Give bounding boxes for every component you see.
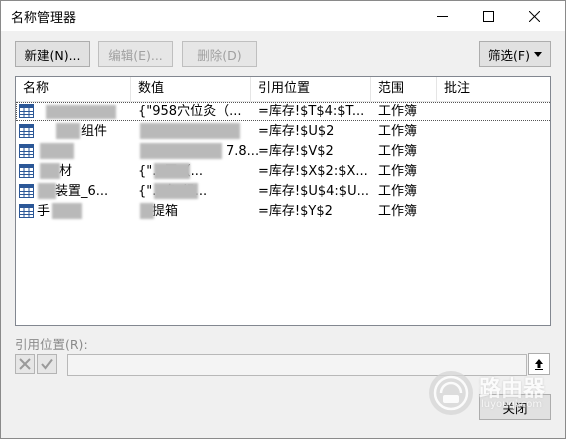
table-icon	[19, 204, 34, 218]
filter-button-label: 筛选(F)	[488, 47, 530, 63]
watermark-logo: 路由器 luyouqi.com	[427, 369, 557, 419]
column-header-value[interactable]: 数值	[131, 77, 251, 101]
confirm-edit-button[interactable]	[37, 354, 57, 374]
column-header-comment[interactable]: 批注	[437, 77, 550, 101]
list-header: 名称 数值 引用位置 范围 批注	[16, 77, 550, 102]
row-ref: =库存!$X$2:$X...	[258, 164, 368, 179]
row-ref: =库存!$U$4:$U...	[258, 184, 369, 199]
row-ref: =库存!$Y$2	[258, 204, 333, 219]
redaction-blur	[52, 203, 82, 219]
table-icon	[19, 124, 34, 138]
maximize-button[interactable]	[465, 1, 511, 31]
table-icon	[19, 104, 34, 118]
table-row[interactable]: 手 提箱 =库存!$Y$2 工作簿	[16, 202, 550, 221]
row-scope: 工作簿	[378, 204, 418, 219]
ref-label: 引用位置(R):	[15, 337, 88, 352]
table-row[interactable]: 组件 =库存!$U$2 工作簿	[16, 122, 550, 141]
cancel-edit-button[interactable]	[15, 354, 35, 374]
row-scope: 工作簿	[378, 144, 418, 159]
row-ref: =库存!$T$4:$T...	[258, 104, 365, 119]
watermark-subtext: luyouqi.com	[481, 399, 543, 410]
filter-button[interactable]: 筛选(F)	[479, 41, 551, 67]
redaction-blur	[56, 123, 80, 139]
table-row[interactable]: 装置_6... {"...灸·组... =库存!$U$4:$U... 工作簿	[16, 182, 550, 201]
table-icon	[19, 144, 34, 158]
column-header-ref[interactable]: 引用位置	[251, 77, 371, 101]
new-button[interactable]: 新建(N)...	[15, 41, 90, 67]
redaction-blur	[154, 183, 198, 199]
redaction-blur	[40, 163, 60, 179]
redaction-blur	[140, 143, 222, 159]
router-logo-icon	[429, 371, 473, 415]
maximize-icon	[482, 10, 494, 22]
window-title: 名称管理器	[11, 11, 77, 26]
minimize-button[interactable]	[419, 1, 465, 31]
table-row[interactable]: 材 {"...平（... =库存!$X$2:$X... 工作簿	[16, 162, 550, 181]
cross-icon	[19, 358, 31, 370]
close-icon	[528, 10, 540, 22]
name-manager-window: 名称管理器 新建(N)... 编辑(E)... 删除(D) 筛选(F) 名称 数…	[0, 0, 566, 439]
row-value: {"958穴位灸（...	[138, 104, 242, 119]
names-list[interactable]: 名称 数值 引用位置 范围 批注 {"958穴位灸（... =库存!$T$4:$…	[15, 76, 551, 326]
column-header-name[interactable]: 名称	[16, 77, 131, 101]
row-scope: 工作簿	[378, 164, 418, 179]
redaction-blur	[140, 203, 154, 219]
delete-button[interactable]: 删除(D)	[182, 41, 257, 67]
row-value: 提箱	[152, 204, 179, 219]
redaction-blur	[40, 143, 74, 159]
title-bar: 名称管理器	[1, 1, 565, 31]
minimize-icon	[436, 15, 448, 17]
check-icon	[41, 358, 53, 370]
column-header-scope[interactable]: 范围	[371, 77, 437, 101]
close-window-button[interactable]	[511, 1, 557, 31]
redaction-blur	[46, 105, 116, 119]
row-scope: 工作簿	[378, 124, 418, 139]
table-icon	[19, 164, 34, 178]
row-scope: 工作簿	[378, 184, 418, 199]
row-scope: 工作簿	[378, 104, 418, 119]
dropdown-arrow-icon	[533, 51, 542, 57]
redaction-blur	[140, 123, 240, 139]
row-ref: =库存!$U$2	[258, 124, 335, 139]
row-name: 组件	[81, 124, 108, 139]
table-icon	[19, 184, 34, 198]
edit-button[interactable]: 编辑(E)...	[98, 41, 173, 67]
row-ref: =库存!$V$2	[258, 144, 334, 159]
redaction-blur	[38, 183, 56, 199]
table-row[interactable]: 7.8... =库存!$V$2 工作簿	[16, 142, 550, 161]
redaction-blur	[154, 163, 190, 179]
